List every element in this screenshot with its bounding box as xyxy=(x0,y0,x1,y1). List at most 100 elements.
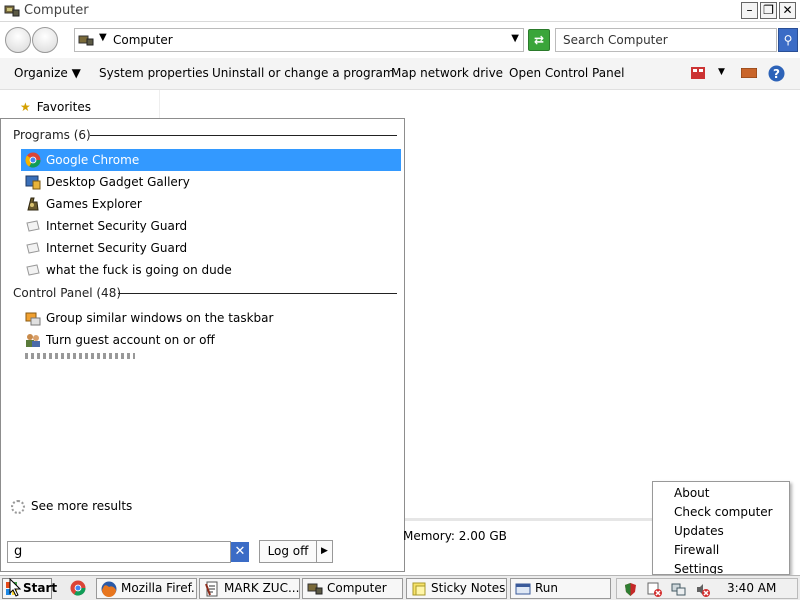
run-icon xyxy=(515,583,531,595)
result-internet-security-guard[interactable]: Internet Security Guard xyxy=(21,215,401,237)
minimize-button[interactable]: – xyxy=(741,2,758,19)
menu-item-updates[interactable]: Updates xyxy=(674,524,724,538)
truncated-result xyxy=(25,353,135,359)
address-row: ▼ Computer ▼ ⇄ Search Computer ⚲ xyxy=(0,24,800,56)
section-divider xyxy=(118,293,397,294)
task-label: MARK ZUC... xyxy=(224,581,300,595)
result-label: Turn guest account on or off xyxy=(46,333,215,347)
chevron-down-icon[interactable]: ▼ xyxy=(511,33,519,44)
organize-button[interactable]: Organize ▼ xyxy=(14,66,81,80)
breadcrumb-chevron-icon[interactable]: ▼ xyxy=(99,32,107,43)
memory-info: Memory: 2.00 GB xyxy=(403,529,507,543)
favorites-label: Favorites xyxy=(36,100,91,114)
result-label: what the fuck is going on dude xyxy=(46,263,232,277)
see-more-results-link[interactable]: See more results xyxy=(11,499,132,514)
shortcut-icon xyxy=(26,264,40,276)
back-button[interactable] xyxy=(5,27,31,53)
task-document[interactable]: MARK ZUC... xyxy=(199,578,300,599)
task-computer[interactable]: Computer xyxy=(302,578,403,599)
see-more-label: See more results xyxy=(31,499,133,513)
menu-item-check-computer[interactable]: Check computer xyxy=(674,505,773,519)
command-bar: Organize ▼ System properties Uninstall o… xyxy=(0,58,800,90)
document-icon xyxy=(205,581,218,597)
window-title: Computer xyxy=(24,3,89,18)
security-shield-icon[interactable] xyxy=(623,582,638,597)
task-firefox[interactable]: Mozilla Firef... xyxy=(96,578,197,599)
start-search-input[interactable]: g xyxy=(7,541,231,563)
title-bar: Computer – ❐ ✕ xyxy=(0,0,800,22)
open-control-panel-button[interactable]: Open Control Panel xyxy=(509,66,624,80)
result-label: Google Chrome xyxy=(46,153,140,167)
log-off-button[interactable]: Log off xyxy=(259,540,317,563)
refresh-button[interactable]: ⇄ xyxy=(528,29,550,51)
result-label: Internet Security Guard xyxy=(46,219,188,233)
network-icon[interactable] xyxy=(671,582,686,597)
system-properties-button[interactable]: System properties xyxy=(99,66,209,80)
taskbar-settings-icon xyxy=(25,312,41,326)
menu-item-firewall[interactable]: Firewall xyxy=(674,543,719,557)
programs-header: Programs (6) xyxy=(13,128,91,142)
result-desktop-gadget-gallery[interactable]: Desktop Gadget Gallery xyxy=(21,171,401,193)
task-sticky-notes[interactable]: Sticky Notes xyxy=(406,578,507,599)
tray-context-menu: About Check computer Updates Firewall Se… xyxy=(652,481,790,575)
views-icon[interactable] xyxy=(691,67,705,79)
task-label: Sticky Notes xyxy=(431,581,506,595)
result-guest-account[interactable]: Turn guest account on or off xyxy=(21,329,401,351)
clear-search-icon[interactable]: ✕ xyxy=(231,542,249,562)
preview-pane-icon[interactable] xyxy=(741,68,757,78)
search-input[interactable]: Search Computer xyxy=(555,28,777,52)
start-menu-search-panel: Programs (6) Google Chrome Desktop Gadge… xyxy=(0,118,405,572)
task-label: Computer xyxy=(327,581,387,595)
result-label: Internet Security Guard xyxy=(46,241,188,255)
sticky-notes-icon xyxy=(412,582,426,596)
favorites-link[interactable]: ★ Favorites xyxy=(20,100,91,114)
computer-icon xyxy=(307,583,323,595)
users-icon xyxy=(26,334,40,347)
search-icon[interactable]: ⚲ xyxy=(778,28,798,52)
map-network-drive-button[interactable]: Map network drive xyxy=(391,66,503,80)
uninstall-program-button[interactable]: Uninstall or change a program xyxy=(212,66,395,80)
power-options-arrow-icon[interactable]: ▶ xyxy=(317,540,333,563)
task-run[interactable]: Run xyxy=(510,578,611,599)
result-games-explorer[interactable]: Games Explorer xyxy=(21,193,401,215)
section-divider xyxy=(90,135,397,136)
computer-icon xyxy=(78,35,94,46)
firefox-icon xyxy=(101,581,117,597)
computer-icon xyxy=(4,5,20,17)
volume-muted-icon[interactable] xyxy=(695,582,710,597)
result-label: Group similar windows on the taskbar xyxy=(46,311,274,325)
menu-item-about[interactable]: About xyxy=(674,486,709,500)
menu-item-settings[interactable]: Settings xyxy=(674,562,723,574)
forward-button[interactable] xyxy=(32,27,58,53)
help-icon[interactable]: ? xyxy=(768,65,785,82)
games-icon xyxy=(27,197,39,211)
result-internet-security-guard-2[interactable]: Internet Security Guard xyxy=(21,237,401,259)
shortcut-icon xyxy=(26,242,40,254)
result-label: Desktop Gadget Gallery xyxy=(46,175,190,189)
clock[interactable]: 3:40 AM xyxy=(727,581,776,595)
mouse-cursor-icon xyxy=(9,578,21,597)
result-unknown-program[interactable]: what the fuck is going on dude xyxy=(21,259,401,281)
chrome-icon[interactable] xyxy=(70,580,86,596)
result-label: Games Explorer xyxy=(46,197,142,211)
close-button[interactable]: ✕ xyxy=(779,2,796,19)
result-google-chrome[interactable]: Google Chrome xyxy=(21,149,401,171)
star-icon: ★ xyxy=(20,100,31,114)
gadget-icon xyxy=(25,175,41,190)
address-bar[interactable]: ▼ Computer ▼ xyxy=(74,28,524,52)
restore-button[interactable]: ❐ xyxy=(760,2,777,19)
control-panel-header: Control Panel (48) xyxy=(13,286,122,300)
result-group-similar-windows[interactable]: Group similar windows on the taskbar xyxy=(21,307,401,329)
shortcut-icon xyxy=(26,220,40,232)
navigation-pane: ★ Favorites xyxy=(0,90,160,120)
security-alert-icon[interactable] xyxy=(647,582,662,597)
details-pane: Memory: 2.00 GB xyxy=(403,518,655,572)
organize-label: Organize xyxy=(14,66,68,80)
search-icon xyxy=(11,499,25,514)
taskbar: Start Mozilla Firef... MARK ZUC... Compu… xyxy=(0,575,800,600)
breadcrumb[interactable]: Computer xyxy=(113,33,173,47)
views-dropdown-icon[interactable]: ▼ xyxy=(718,67,725,77)
chrome-icon xyxy=(25,152,41,168)
start-label: Start xyxy=(23,581,58,595)
svg-text:?: ? xyxy=(773,67,780,81)
